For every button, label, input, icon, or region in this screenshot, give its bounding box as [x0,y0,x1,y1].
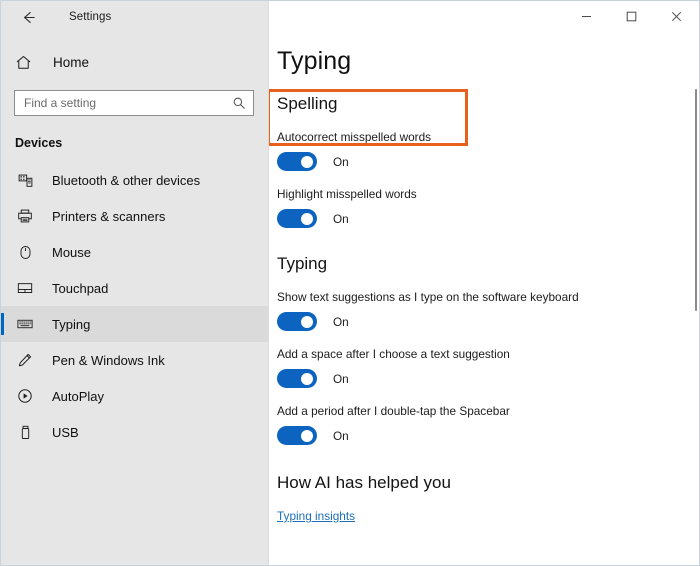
toggle-state-label: On [333,154,349,169]
spelling-heading: Spelling [277,94,338,113]
touchpad-icon [15,280,35,296]
settings-window: Settings Home Devic [0,0,700,566]
highlight-misspelled-words-toggle[interactable] [277,209,317,228]
selection-indicator [1,313,4,335]
close-button[interactable] [654,1,699,31]
setting-add-period-after-double-tap: Add a period after I double-tap the Spac… [277,404,699,445]
toggle-state-label: On [333,211,349,226]
sidebar-item-label: Typing [52,316,91,332]
home-label: Home [53,54,90,70]
settings-content: Typing Spelling Autocorrect misspelled w… [269,47,699,525]
scrollbar[interactable] [693,33,699,565]
sidebar-item-label: USB [52,424,79,440]
sidebar-item-label: Mouse [52,244,92,260]
toggle-knob [301,212,313,225]
sidebar-item-autoplay[interactable]: AutoPlay [1,378,268,414]
page-title: Typing [277,47,352,75]
printer-icon [15,208,35,224]
toggle-state-label: On [333,314,349,329]
toggle-knob [301,155,313,168]
setting-show-text-suggestions: Show text suggestions as I type on the s… [277,290,699,331]
sidebar-item-bluetooth-other-devices[interactable]: Bluetooth & other devices [1,162,268,198]
sidebar-item-label: Printers & scanners [52,208,166,224]
toggle-state-label: On [333,428,349,443]
sidebar-item-home[interactable]: Home [1,45,268,79]
sidebar-item-label: Pen & Windows Ink [52,352,165,368]
selection-indicator [1,385,4,407]
maximize-button[interactable] [609,1,654,31]
show-text-suggestions-toggle[interactable] [277,312,317,331]
sidebar: Settings Home Devic [1,1,269,565]
home-icon [15,54,37,71]
setting-label: Show text suggestions as I type on the s… [277,290,579,304]
setting-label: Highlight misspelled words [277,187,417,201]
setting-autocorrect-misspelled-words: Autocorrect misspelled words On [277,130,699,171]
sidebar-item-pen-windows-ink[interactable]: Pen & Windows Ink [1,342,268,378]
toggle-row: On [277,426,699,445]
minimize-button[interactable] [564,1,609,31]
toggle-row: On [277,312,699,331]
sidebar-item-label: AutoPlay [52,388,105,404]
bluetooth-devices-icon [15,173,35,188]
sidebar-item-usb[interactable]: USB [1,414,268,450]
keyboard-icon [15,316,35,332]
scrollbar-thumb[interactable] [695,89,697,311]
main-pane: Typing Spelling Autocorrect misspelled w… [269,1,699,565]
sidebar-nav-list: Bluetooth & other devices Printers & sca… [1,162,268,450]
setting-highlight-misspelled-words: Highlight misspelled words On [277,187,699,228]
ai-section-heading: How AI has helped you [277,473,451,492]
search-container [14,90,254,116]
selection-indicator [1,421,4,443]
usb-icon [15,425,35,440]
app-title: Settings [69,11,112,23]
setting-label: Add a period after I double-tap the Spac… [277,404,510,418]
setting-add-space-after-suggestion: Add a space after I choose a text sugges… [277,347,699,388]
typing-heading: Typing [277,254,328,273]
toggle-row: On [277,209,699,228]
selection-indicator [1,205,4,227]
back-arrow-icon[interactable] [15,4,41,30]
search-input[interactable] [15,96,253,110]
autoplay-icon [15,388,35,404]
selection-indicator [1,277,4,299]
toggle-knob [301,315,313,328]
sidebar-item-typing[interactable]: Typing [1,306,268,342]
toggle-state-label: On [333,371,349,386]
add-period-after-double-tap-toggle[interactable] [277,426,317,445]
selection-indicator [1,349,4,371]
sidebar-item-label: Bluetooth & other devices [52,172,201,188]
setting-label: Autocorrect misspelled words [277,130,432,144]
autocorrect-misspelled-words-toggle[interactable] [277,152,317,171]
sidebar-item-touchpad[interactable]: Touchpad [1,270,268,306]
sidebar-item-mouse[interactable]: Mouse [1,234,268,270]
sidebar-category-label: Devices [15,136,63,150]
toggle-knob [301,429,313,442]
search-box[interactable] [14,90,254,116]
mouse-icon [15,245,35,260]
toggle-row: On [277,369,699,388]
toggle-row: On [277,152,699,171]
window-controls [269,1,699,33]
sidebar-item-label: Touchpad [52,280,109,296]
selection-indicator [1,241,4,263]
sidebar-item-printers-scanners[interactable]: Printers & scanners [1,198,268,234]
pen-icon [15,352,35,368]
sidebar-titlebar: Settings [1,1,268,33]
add-space-after-suggestion-toggle[interactable] [277,369,317,388]
typing-insights-link[interactable]: Typing insights [277,509,355,523]
setting-label: Add a space after I choose a text sugges… [277,347,510,361]
toggle-knob [301,372,313,385]
selection-indicator [1,169,4,191]
